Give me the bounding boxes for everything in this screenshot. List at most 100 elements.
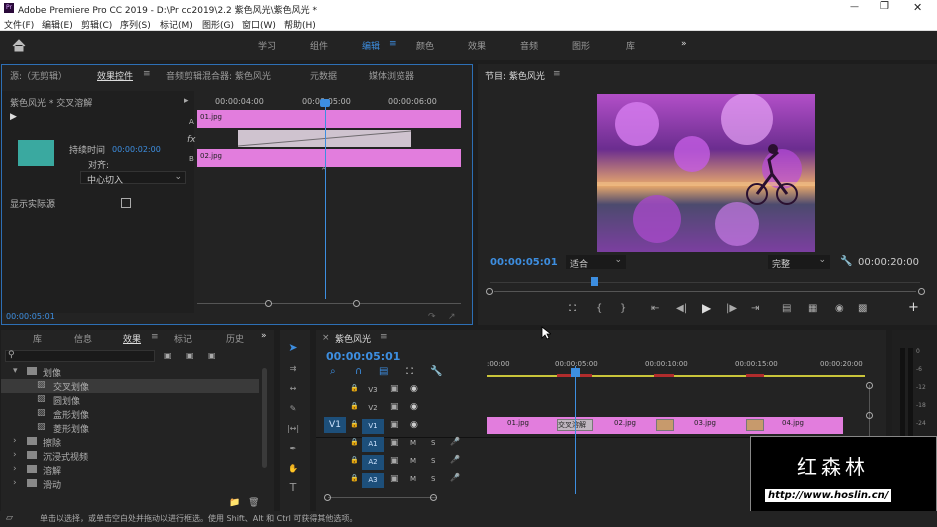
step-forward-icon[interactable]: |▶ [726, 304, 737, 314]
delete-icon[interactable]: 🗑 [248, 498, 259, 508]
ws-learn[interactable]: 学习 [258, 39, 276, 52]
camera-icon[interactable]: ◉ [835, 304, 844, 314]
mute-button[interactable]: M [410, 475, 416, 483]
tab-effects-menu-icon[interactable]: ≡ [151, 332, 159, 342]
program-scroll-right[interactable] [918, 288, 925, 295]
sync-lock-icon[interactable]: ▣ [390, 438, 399, 448]
ws-editing[interactable]: 编辑 [362, 39, 380, 52]
effects-tree-item[interactable]: ▾ 划像 [1, 365, 259, 379]
menu-sequence[interactable]: 序列(S) [120, 18, 151, 31]
track-name[interactable]: V2 [362, 401, 384, 416]
ws-libraries[interactable]: 库 [626, 39, 635, 52]
timeline-timecode[interactable]: 00:00:05:01 [326, 350, 400, 363]
lock-icon[interactable]: 🔒 [350, 402, 359, 410]
go-to-in-icon[interactable]: ⇤ [651, 304, 659, 314]
timeline-tab-menu-icon[interactable]: ≡ [380, 332, 388, 342]
vscroll-handle[interactable] [866, 412, 873, 419]
track-name[interactable]: A1 [362, 437, 384, 452]
tab-libraries[interactable]: 库 [33, 332, 42, 345]
tab-audio-mixer[interactable]: 音频剪辑混合器: 紫色风光 [166, 69, 271, 82]
program-scrubber[interactable] [490, 282, 920, 283]
effects-tree-item[interactable]: › 溶解 [1, 463, 259, 477]
effects-scrollbar[interactable] [262, 368, 267, 468]
transition-block[interactable] [746, 419, 764, 431]
timeline-hscroll[interactable] [328, 497, 436, 498]
ec-export-icon[interactable]: ↗ [448, 312, 456, 322]
microphone-icon[interactable]: 🎤 [450, 455, 460, 464]
effects-tree-item[interactable]: › 沉浸式视频 [1, 449, 259, 463]
ws-assembly[interactable]: 组件 [310, 39, 328, 52]
tab-info[interactable]: 信息 [74, 332, 92, 345]
effects-tree-item[interactable]: › 滑动 [1, 477, 259, 491]
step-back-icon[interactable]: ◀| [676, 304, 687, 314]
tab-menu-icon[interactable]: ≡ [143, 69, 151, 79]
lock-icon[interactable]: 🔒 [350, 420, 359, 428]
razor-tool-icon[interactable]: ✎ [286, 401, 300, 415]
eye-icon[interactable]: ◉ [410, 402, 418, 412]
ws-effects[interactable]: 效果 [468, 39, 486, 52]
slip-tool-icon[interactable]: |↔| [286, 421, 300, 435]
microphone-icon[interactable]: 🎤 [450, 473, 460, 482]
wrench-icon[interactable]: 🔧 [840, 256, 852, 267]
snap-icon[interactable]: ∩ [355, 367, 362, 377]
tab-history[interactable]: 历史 [226, 332, 244, 345]
lock-icon[interactable]: 🔒 [350, 438, 359, 446]
effects-tree-item[interactable]: ▨ 圆划像 [1, 393, 259, 407]
tab-markers[interactable]: 标记 [174, 332, 192, 345]
menu-marker[interactable]: 标记(M) [160, 18, 193, 31]
effects-tree-item[interactable]: ▨ 菱形划像 [1, 421, 259, 435]
effects-tree-item[interactable]: ▨ 盒形划像 [1, 407, 259, 421]
hscroll-handle[interactable] [324, 494, 331, 501]
go-to-out-icon[interactable]: ⇥ [751, 304, 759, 314]
ripple-edit-tool-icon[interactable]: ↔ [286, 381, 300, 395]
ec-playhead-handle[interactable] [320, 99, 330, 107]
minimize-icon[interactable]: — [850, 2, 860, 12]
track-name[interactable]: A2 [362, 455, 384, 470]
tab-effects[interactable]: 效果 [123, 332, 141, 345]
toggle-sync-icon[interactable]: ▣ [390, 420, 399, 430]
solo-button[interactable]: S [431, 457, 435, 465]
effects-tree-item[interactable]: › 擦除 [1, 435, 259, 449]
effects-search-input[interactable]: ⚲ [5, 350, 155, 362]
align-dropdown[interactable]: 中心切入 ⌄ [80, 171, 186, 186]
ec-clip-b[interactable]: 02.jpg [197, 149, 461, 167]
marker-icon[interactable]: ⛚ [569, 304, 576, 314]
play-icon[interactable]: ▶ [702, 302, 711, 314]
track-name[interactable]: V1 [362, 419, 384, 434]
ec-export-icon[interactable]: ↷ [428, 312, 436, 322]
home-icon[interactable] [12, 39, 26, 52]
close-icon[interactable]: ✕ [913, 1, 922, 14]
ws-color[interactable]: 颜色 [416, 39, 434, 52]
timeline-playhead-handle[interactable] [571, 368, 580, 377]
menu-window[interactable]: 窗口(W) [242, 18, 276, 31]
accelerated-effects-icon[interactable]: ▣ [164, 351, 172, 361]
eye-icon[interactable]: ◉ [410, 420, 418, 430]
v1-source-patch[interactable]: V1 [324, 417, 346, 433]
program-tab-menu-icon[interactable]: ≡ [553, 69, 561, 79]
hand-tool-icon[interactable]: ✋ [286, 461, 300, 475]
fit-dropdown[interactable]: 适合 ⌄ [566, 255, 626, 270]
mute-button[interactable]: M [410, 439, 416, 447]
lock-icon[interactable]: 🔒 [350, 474, 359, 482]
menu-edit[interactable]: 编辑(E) [42, 18, 73, 31]
ws-graphics[interactable]: 图形 [572, 39, 590, 52]
mute-button[interactable]: M [410, 457, 416, 465]
add-marker-icon[interactable]: ⛚ [406, 367, 413, 377]
track-select-tool-icon[interactable]: ⇉ [286, 361, 300, 375]
32bit-effects-icon[interactable]: ▣ [186, 351, 194, 361]
new-bin-icon[interactable]: 📁 [229, 498, 240, 508]
eye-icon[interactable]: ◉ [410, 384, 418, 394]
duration-value[interactable]: 00:00:02:00 [112, 145, 161, 154]
track-name[interactable]: A3 [362, 473, 384, 488]
lock-icon[interactable]: 🔒 [350, 456, 359, 464]
show-actual-checkbox[interactable] [121, 198, 131, 208]
ec-scroll-handle[interactable] [265, 300, 272, 307]
microphone-icon[interactable]: 🎤 [450, 437, 460, 446]
lift-icon[interactable]: ▤ [782, 304, 791, 314]
ws-editing-menu-icon[interactable]: ≡ [389, 39, 397, 49]
menu-clip[interactable]: 剪辑(C) [81, 18, 112, 31]
program-timecode[interactable]: 00:00:05:01 [490, 257, 558, 268]
transition-block[interactable] [656, 419, 674, 431]
menu-file[interactable]: 文件(F) [4, 18, 34, 31]
menu-graphics[interactable]: 图形(G) [202, 18, 234, 31]
